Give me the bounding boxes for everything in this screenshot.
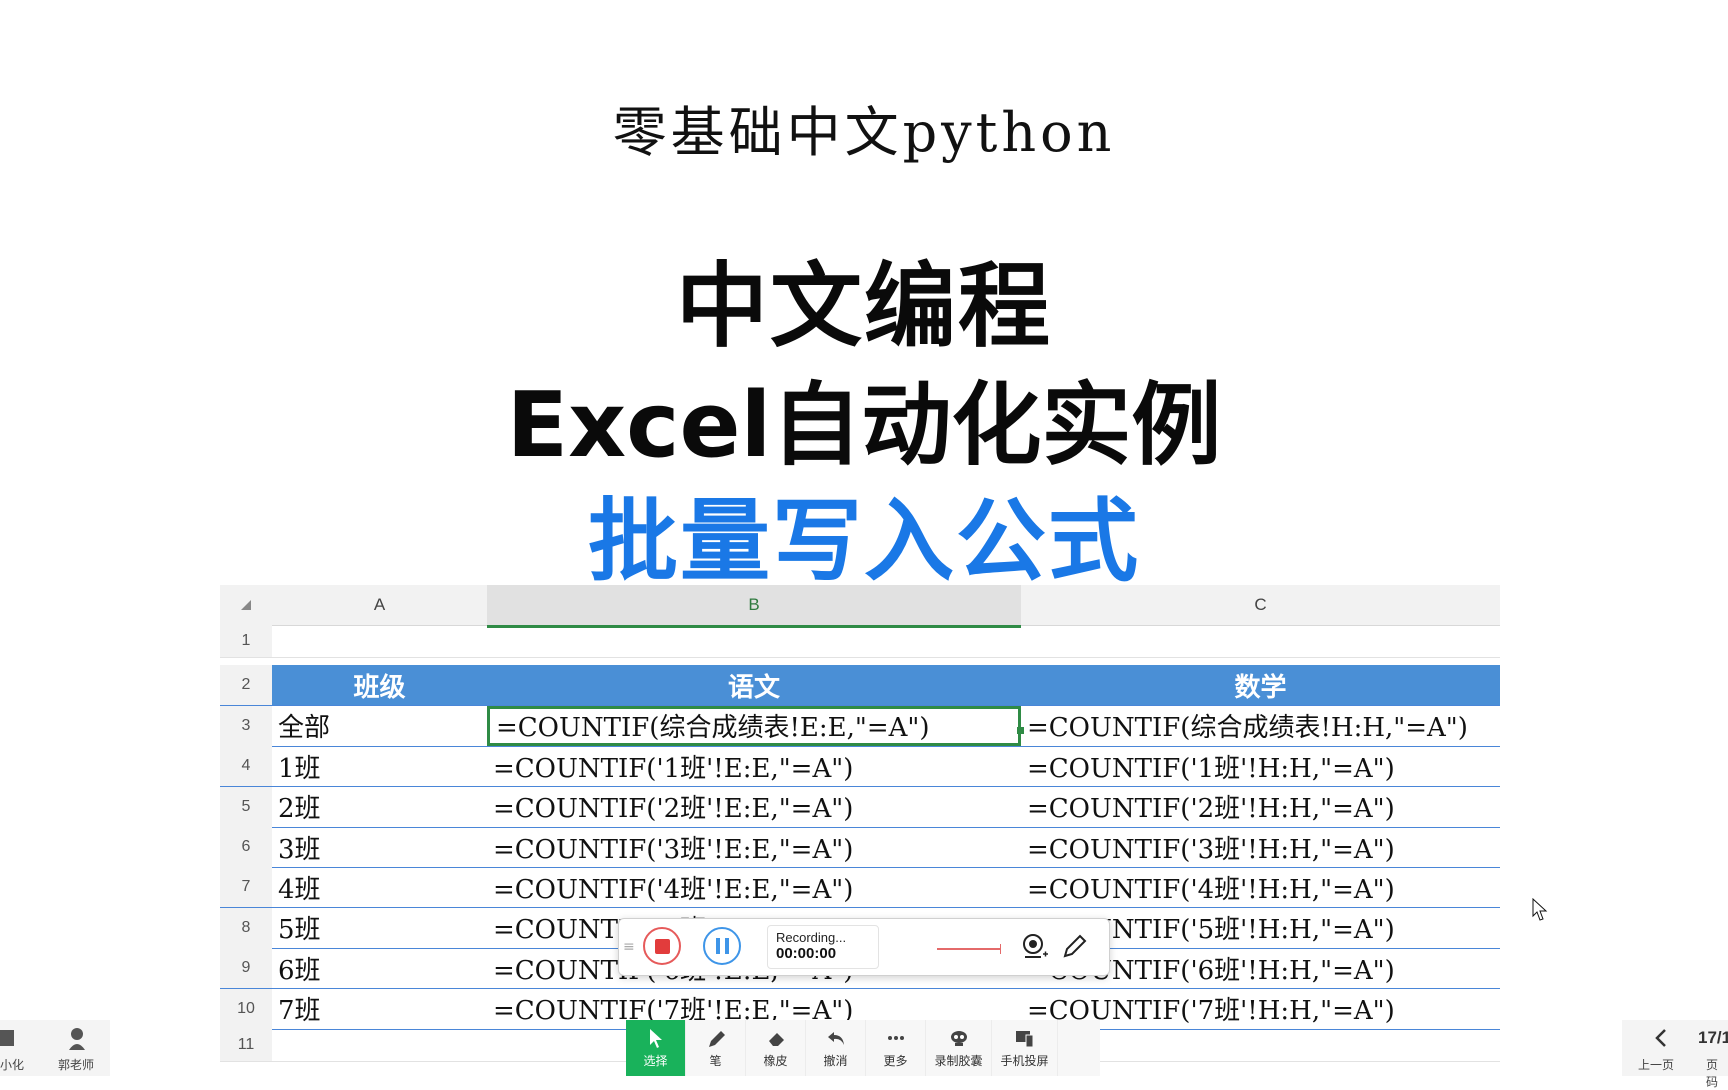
teacher-avatar-icon[interactable] xyxy=(68,1026,86,1050)
tool-cursor[interactable]: 选择 xyxy=(626,1020,686,1076)
tool-more[interactable]: 更多 xyxy=(866,1020,926,1076)
hero-line-1: 中文编程 xyxy=(675,253,1052,360)
right-panel: 上一页 17/1 页码 xyxy=(1622,1020,1728,1089)
table-row: 7 4班 =COUNTIF('4班'!E:E,"=A") =COUNTIF('4班'!… xyxy=(220,867,1500,909)
tool-label: 撤消 xyxy=(823,1054,848,1068)
cell-c7[interactable]: =COUNTIF('4班'!H:H,"=A") xyxy=(1021,867,1500,907)
table-row: 3 全部 =COUNTIF(综合成绩表!E:E,"=A") =COUNTIF(综合成绩… xyxy=(220,705,1500,747)
tool-label: 手机投屏 xyxy=(1000,1054,1049,1068)
row-number[interactable]: 8 xyxy=(220,907,272,948)
tool-label: 橡皮 xyxy=(763,1054,788,1068)
tool-pen[interactable]: 笔 xyxy=(686,1020,746,1076)
recording-label: Recording... xyxy=(776,930,847,945)
minimize-icon[interactable] xyxy=(0,1030,14,1046)
tool-label: 更多 xyxy=(883,1054,908,1068)
course-title: 零基础中文python xyxy=(612,101,1116,164)
cell-b3[interactable]: =COUNTIF(综合成绩表!E:E,"=A") xyxy=(487,705,1021,746)
page-number: 17/1 xyxy=(1698,1028,1728,1047)
recording-bar: ≡ Recording... 00:00:00 xyxy=(618,918,1110,976)
cell-a9[interactable]: 6班 xyxy=(272,948,487,988)
tool-label: 笔 xyxy=(709,1054,722,1068)
table-row: 2 班级 语文 数学 xyxy=(220,665,1500,707)
cell-c5[interactable]: =COUNTIF('2班'!H:H,"=A") xyxy=(1021,787,1500,827)
cell-a5[interactable]: 2班 xyxy=(272,787,487,827)
cell-b4[interactable]: =COUNTIF('1班'!E:E,"=A") xyxy=(487,746,1021,786)
cell-a4[interactable]: 1班 xyxy=(272,746,487,786)
recording-timer: 00:00:00 xyxy=(776,945,837,962)
cell-a10[interactable]: 7班 xyxy=(272,989,487,1029)
table-row: 5 2班 =COUNTIF('2班'!E:E,"=A") =COUNTIF('2班'!… xyxy=(220,786,1500,828)
cell-b6[interactable]: =COUNTIF('3班'!E:E,"=A") xyxy=(487,827,1021,867)
row-number[interactable]: 7 xyxy=(220,867,272,908)
row-number[interactable]: 5 xyxy=(220,786,272,827)
cell-a6[interactable]: 3班 xyxy=(272,827,487,867)
annotate-pen-icon[interactable] xyxy=(1061,932,1089,960)
table-row: 6 3班 =COUNTIF('3班'!E:E,"=A") =COUNTIF('3班'!… xyxy=(220,827,1500,868)
table-row: 1 xyxy=(220,625,1500,658)
row-number[interactable]: 9 xyxy=(220,948,272,989)
row-number[interactable]: 2 xyxy=(220,665,272,706)
cursor-icon xyxy=(649,1029,662,1048)
cell-b1[interactable] xyxy=(487,625,1021,657)
cell-a11[interactable] xyxy=(272,1029,487,1061)
cell-a8[interactable]: 5班 xyxy=(272,908,487,948)
tool-phone-cast[interactable]: 手机投屏 xyxy=(992,1020,1058,1076)
column-header-c[interactable]: C xyxy=(1021,585,1500,626)
column-header-b[interactable]: B xyxy=(487,585,1021,628)
hero-line-3: 批量写入公式 xyxy=(588,489,1140,594)
hero-line-2: Excel自动化实例 xyxy=(506,373,1222,478)
webcam-icon[interactable] xyxy=(1021,932,1049,960)
recording-status: Recording... 00:00:00 xyxy=(767,925,879,969)
stop-record-button[interactable] xyxy=(643,927,681,965)
undo-icon xyxy=(827,1032,844,1045)
row-number[interactable]: 4 xyxy=(220,746,272,787)
eraser-icon xyxy=(768,1033,784,1046)
chevron-left-icon[interactable] xyxy=(1654,1028,1668,1048)
fill-handle[interactable] xyxy=(1017,727,1024,734)
tool-label: 录制胶囊 xyxy=(934,1054,983,1068)
pause-record-button[interactable] xyxy=(703,927,741,965)
teacher-label[interactable]: 郭老师 xyxy=(58,1056,94,1073)
tool-eraser[interactable]: 橡皮 xyxy=(746,1020,806,1076)
row-number[interactable]: 3 xyxy=(220,705,272,746)
cell-c2[interactable]: 数学 xyxy=(1021,665,1500,706)
row-number[interactable]: 10 xyxy=(220,988,272,1029)
prev-page-button[interactable]: 上一页 xyxy=(1638,1056,1674,1073)
stop-icon xyxy=(654,938,670,954)
row-number[interactable]: 6 xyxy=(220,827,272,867)
cell-a2[interactable]: 班级 xyxy=(272,665,487,706)
cell-b5[interactable]: =COUNTIF('2班'!E:E,"=A") xyxy=(487,787,1021,827)
cell-c1[interactable] xyxy=(1021,625,1500,657)
cell-b2[interactable]: 语文 xyxy=(487,665,1021,706)
pause-icon xyxy=(715,938,720,954)
minimize-label[interactable]: 小化 xyxy=(0,1056,24,1073)
audio-level-indicator xyxy=(937,944,1001,954)
select-all-corner[interactable] xyxy=(220,585,272,626)
tool-label: 选择 xyxy=(643,1054,668,1068)
mouse-cursor-icon xyxy=(1532,898,1548,921)
phone-cast-icon xyxy=(1015,1031,1033,1048)
page-label: 页码 xyxy=(1706,1058,1719,1089)
left-panel: 小化 郭老师 xyxy=(0,1020,110,1076)
cell-c6[interactable]: =COUNTIF('3班'!H:H,"=A") xyxy=(1021,827,1500,867)
cell-a1[interactable] xyxy=(272,625,487,657)
drag-grip-icon[interactable]: ≡ xyxy=(623,939,635,955)
column-header-a[interactable]: A xyxy=(272,585,487,626)
tool-undo[interactable]: 撤消 xyxy=(806,1020,866,1076)
cell-a7[interactable]: 4班 xyxy=(272,867,487,907)
cell-c3[interactable]: =COUNTIF(综合成绩表!H:H,"=A") xyxy=(1021,706,1500,746)
tool-record-capsule[interactable]: 录制胶囊 xyxy=(926,1020,992,1076)
table-row: 4 1班 =COUNTIF('1班'!E:E,"=A") =COUNTIF('1班'!… xyxy=(220,746,1500,788)
spreadsheet: A B C 1 2 班级 语文 数学 3 全部 =COUNTIF(综合成绩表!E:E,"=A"… xyxy=(220,585,1500,1062)
cell-a3[interactable]: 全部 xyxy=(272,706,487,746)
more-icon xyxy=(887,1036,904,1040)
pen-icon xyxy=(708,1031,725,1047)
cell-b7[interactable]: =COUNTIF('4班'!E:E,"=A") xyxy=(487,867,1021,907)
record-capsule-icon xyxy=(950,1031,967,1046)
cell-c4[interactable]: =COUNTIF('1班'!H:H,"=A") xyxy=(1021,746,1500,786)
row-number[interactable]: 11 xyxy=(220,1029,272,1061)
row-number[interactable]: 1 xyxy=(220,625,272,657)
bottom-toolbar: 选择 笔 橡皮 撤消 更多 录制胶囊 手机投屏 xyxy=(626,1020,1100,1076)
